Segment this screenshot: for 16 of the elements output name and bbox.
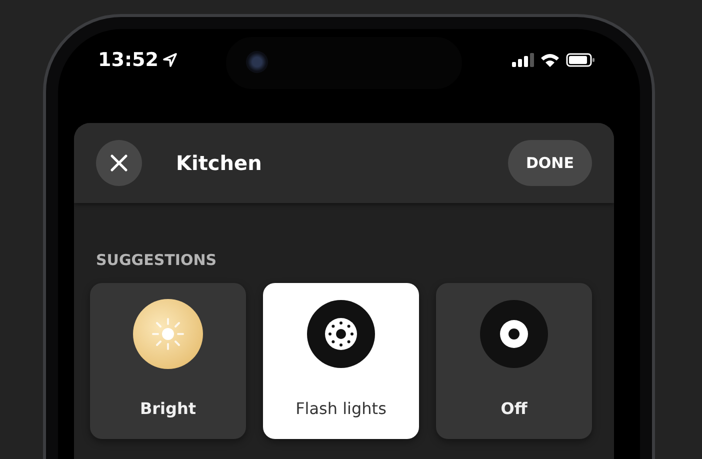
close-button[interactable] xyxy=(96,140,142,186)
close-icon xyxy=(110,154,128,172)
section-heading: SUGGESTIONS xyxy=(96,251,218,269)
suggestion-card[interactable]: Bright xyxy=(90,283,246,439)
wifi-icon xyxy=(540,53,560,67)
suggestion-card[interactable]: Off xyxy=(436,283,592,439)
room-title: Kitchen xyxy=(176,151,263,175)
signal-icon xyxy=(512,53,534,67)
location-arrow-icon xyxy=(162,52,178,68)
suggestion-card[interactable]: Flash lights xyxy=(263,283,419,439)
done-button[interactable]: DONE xyxy=(508,140,592,186)
sun-icon xyxy=(133,299,203,369)
flash-lights-icon xyxy=(306,299,376,369)
battery-icon xyxy=(566,53,596,67)
power-off-icon xyxy=(479,299,549,369)
status-time: 13:52 xyxy=(98,49,158,71)
